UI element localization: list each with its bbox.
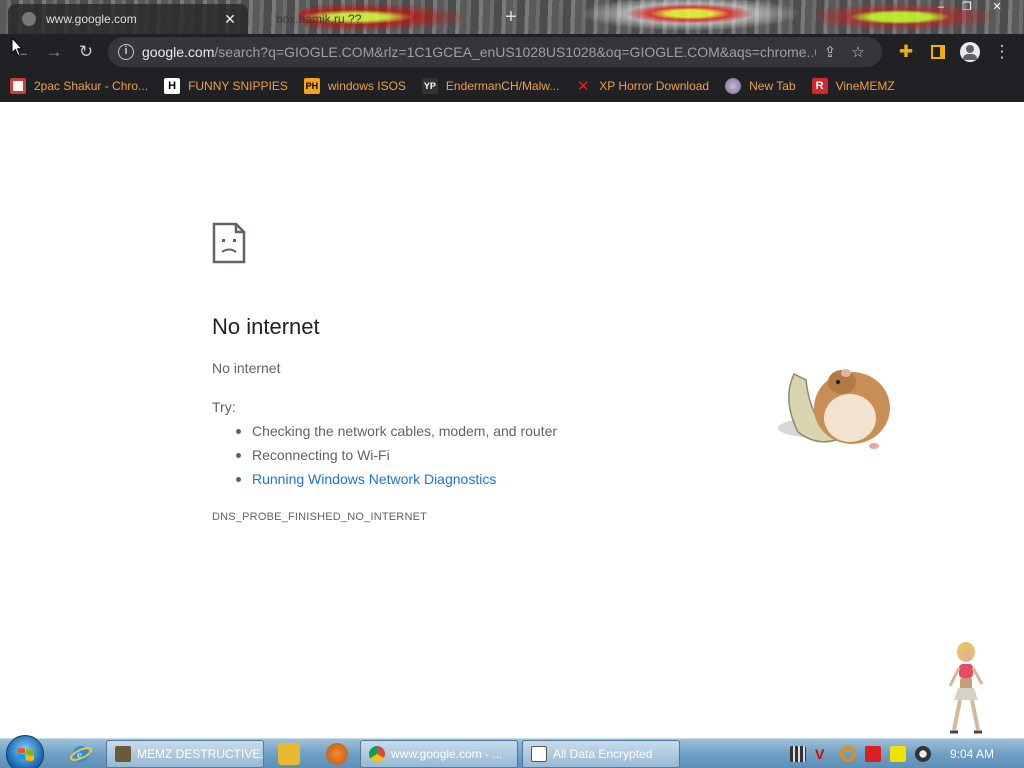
bookmark-item[interactable]: H FUNNY SNIPPIES bbox=[164, 78, 288, 94]
note-icon[interactable] bbox=[890, 746, 906, 762]
ie-icon[interactable]: e bbox=[69, 743, 93, 765]
suggestion-item: Checking the network cables, modem, and … bbox=[235, 422, 557, 446]
bookmark-label: XP Horror Download bbox=[599, 79, 710, 93]
h-letter-icon: H bbox=[164, 78, 181, 94]
clock[interactable]: 9:04 AM bbox=[950, 747, 994, 761]
speaker-icon[interactable] bbox=[915, 746, 931, 762]
try-label: Try: bbox=[212, 399, 236, 415]
reload-button[interactable]: ↻ bbox=[70, 36, 102, 68]
sad-document-icon bbox=[212, 222, 246, 264]
tab-second[interactable]: box.hamik.ru ?? bbox=[262, 4, 462, 34]
bookmark-label: FUNNY SNIPPIES bbox=[188, 79, 288, 93]
error-title: No internet bbox=[212, 314, 320, 339]
tab-google[interactable]: www.google.com ✕ bbox=[8, 4, 248, 34]
address-url: google.com/search?q=GIOGLE.COM&rlz=1C1GC… bbox=[142, 44, 816, 60]
red-x-icon: ✕ bbox=[576, 78, 590, 95]
qr-icon[interactable] bbox=[790, 746, 806, 762]
browser-tab-strip: www.google.com ✕ box.hamik.ru ?? + – ❐ ✕ bbox=[0, 0, 1024, 34]
taskbar-item-chrome[interactable]: www.google.com - ... bbox=[360, 740, 518, 768]
close-tab-icon[interactable]: ✕ bbox=[222, 11, 238, 27]
red-box-icon bbox=[10, 78, 26, 94]
more-vert-icon: ⋮ bbox=[993, 42, 1011, 61]
suggestion-item: Reconnecting to Wi-Fi bbox=[235, 446, 557, 470]
avatar-icon bbox=[960, 42, 980, 62]
suggestion-list: Checking the network cables, modem, and … bbox=[235, 422, 557, 494]
taskbar-item-encrypted[interactable]: All Data Encrypted bbox=[522, 740, 680, 768]
bookmark-label: EndermanCH/Malw... bbox=[445, 79, 560, 93]
hamster-image bbox=[778, 369, 890, 449]
document-icon bbox=[531, 746, 547, 762]
yp-icon: YP bbox=[421, 78, 438, 94]
app-icon[interactable] bbox=[326, 743, 348, 765]
bookmark-item[interactable]: New Tab bbox=[725, 78, 796, 94]
bookmark-item[interactable]: PH windows ISOS bbox=[303, 78, 406, 94]
start-button[interactable] bbox=[6, 735, 44, 768]
restore-button[interactable]: ❐ bbox=[954, 0, 980, 16]
windows-logo-icon bbox=[18, 748, 34, 761]
puzzle-icon: ✚ bbox=[898, 42, 914, 61]
side-panel-icon bbox=[931, 45, 945, 59]
new-tab-button[interactable]: + bbox=[500, 6, 522, 28]
side-panel-button[interactable] bbox=[922, 36, 954, 68]
tab-title: www.google.com bbox=[46, 12, 137, 26]
url-host: google.com bbox=[142, 44, 215, 60]
media-player-icon[interactable] bbox=[278, 743, 300, 765]
task-label: All Data Encrypted bbox=[553, 747, 653, 761]
v-icon[interactable]: V bbox=[815, 746, 831, 762]
close-window-button[interactable]: ✕ bbox=[984, 0, 1010, 16]
r-letter-icon: R bbox=[811, 78, 828, 94]
svg-text:e: e bbox=[77, 749, 82, 761]
task-label: MEMZ DESTRUCTIVE... bbox=[137, 747, 264, 761]
bookmark-item[interactable]: YP EndermanCH/Malw... bbox=[421, 78, 560, 94]
bookmarks-bar: 2pac Shakur - Chro... H FUNNY SNIPPIES P… bbox=[0, 70, 1024, 102]
browser-toolbar: ← → ↻ i google.com/search?q=GIOGLE.COM&r… bbox=[0, 34, 1024, 70]
profile-button[interactable] bbox=[954, 36, 986, 68]
memz-icon bbox=[115, 746, 131, 762]
flag-icon[interactable] bbox=[865, 746, 881, 762]
error-page: No internet No internet Try: Checking th… bbox=[0, 102, 1024, 738]
bookmark-label: windows ISOS bbox=[327, 79, 406, 93]
magnifier-icon[interactable] bbox=[840, 746, 856, 762]
windows-taskbar: e MEMZ DESTRUCTIVE... www.google.com - .… bbox=[0, 735, 1024, 768]
globe-icon bbox=[725, 78, 742, 94]
chrome-icon bbox=[369, 746, 385, 762]
arrow-right-icon: → bbox=[45, 42, 63, 61]
bookmark-label: New Tab bbox=[749, 79, 796, 93]
task-label: www.google.com - ... bbox=[391, 747, 503, 761]
glitch-scribble bbox=[560, 0, 820, 34]
toolbar-right-buttons: ✚ ⋮ bbox=[890, 36, 1018, 68]
bookmark-label: 2pac Shakur - Chro... bbox=[34, 79, 149, 93]
url-path: /search?q=GIOGLE.COM&rlz=1C1GCEA_enUS102… bbox=[214, 44, 816, 60]
extensions-button[interactable]: ✚ bbox=[890, 36, 922, 68]
menu-button[interactable]: ⋮ bbox=[986, 36, 1018, 68]
error-message: No internet bbox=[212, 360, 281, 376]
bookmark-label: VineMEMZ bbox=[835, 79, 895, 93]
taskbar-item-memz[interactable]: MEMZ DESTRUCTIVE... bbox=[106, 740, 264, 768]
forward-button[interactable]: → bbox=[38, 36, 70, 68]
mouse-cursor-icon bbox=[11, 37, 23, 57]
reload-icon: ↻ bbox=[78, 42, 94, 61]
system-tray: V bbox=[790, 739, 940, 768]
bookmark-item[interactable]: R VineMEMZ bbox=[811, 78, 895, 94]
error-code: DNS_PROBE_FINISHED_NO_INTERNET bbox=[212, 511, 428, 523]
minimize-button[interactable]: – bbox=[928, 0, 954, 16]
share-icon[interactable]: ⇪ bbox=[816, 43, 844, 61]
bookmark-item[interactable]: ✕ XP Horror Download bbox=[575, 78, 710, 95]
tab-title: box.hamik.ru ?? bbox=[276, 12, 362, 26]
globe-icon bbox=[22, 12, 36, 26]
bookmark-item[interactable]: 2pac Shakur - Chro... bbox=[10, 78, 148, 94]
bookmark-star-icon[interactable]: ☆ bbox=[844, 43, 872, 61]
info-icon[interactable]: i bbox=[118, 44, 134, 60]
address-bar[interactable]: i google.com/search?q=GIOGLE.COM&rlz=1C1… bbox=[108, 37, 882, 67]
ph-icon: PH bbox=[303, 78, 320, 94]
diagnostics-link[interactable]: Running Windows Network Diagnostics bbox=[235, 470, 557, 494]
dancer-image bbox=[948, 642, 984, 734]
